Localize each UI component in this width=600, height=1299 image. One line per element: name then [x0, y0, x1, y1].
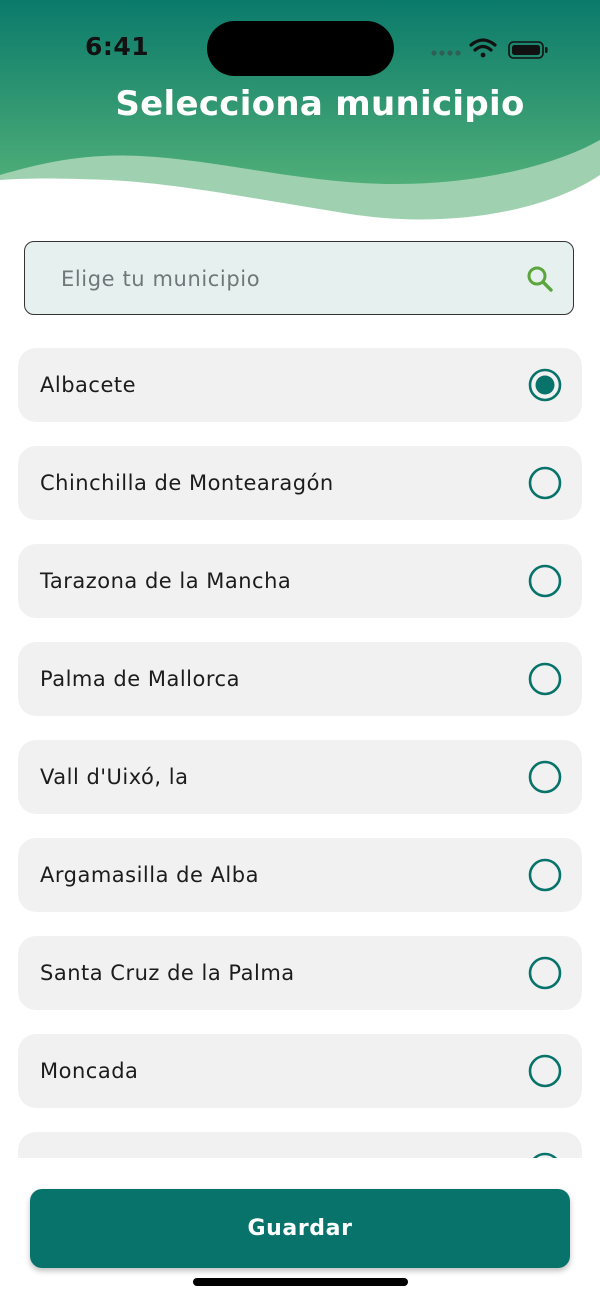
status-bar: 6:41 — [0, 0, 600, 96]
municipality-label: Santa Cruz de la Palma — [40, 961, 295, 985]
municipality-item[interactable]: Chinchilla de Montearagón — [18, 446, 582, 520]
dynamic-island — [207, 21, 394, 76]
save-button[interactable]: Guardar — [30, 1189, 570, 1268]
municipality-item[interactable]: Albacete — [18, 348, 582, 422]
radio-unselected-icon[interactable] — [528, 466, 562, 500]
radio-unselected-icon[interactable] — [528, 760, 562, 794]
radio-unselected-icon[interactable] — [528, 1054, 562, 1088]
municipality-label: Chinchilla de Montearagón — [40, 471, 334, 495]
municipality-label: Moncada — [40, 1059, 139, 1083]
bottom-action-bar: Guardar — [0, 1158, 600, 1299]
search-icon[interactable] — [525, 264, 555, 294]
municipality-item[interactable]: Tarazona de la Mancha — [18, 544, 582, 618]
status-time: 6:41 — [85, 32, 150, 61]
radio-unselected-icon[interactable] — [528, 858, 562, 892]
page-title: Selecciona municipio — [115, 84, 525, 124]
battery-icon — [508, 41, 548, 59]
municipality-item[interactable]: Vall d'Uixó, la — [18, 740, 582, 814]
wifi-icon — [469, 38, 497, 58]
municipality-item[interactable]: Argamasilla de Alba — [18, 838, 582, 912]
radio-selected-icon[interactable] — [528, 368, 562, 402]
home-indicator[interactable] — [193, 1278, 408, 1286]
municipality-item[interactable] — [18, 1132, 582, 1158]
municipality-item[interactable]: Palma de Mallorca — [18, 642, 582, 716]
municipality-label: Vall d'Uixó, la — [40, 765, 189, 789]
municipality-list[interactable]: Albacete Chinchilla de Montearagón Taraz… — [0, 348, 600, 1158]
cellular-signal-icon — [431, 50, 461, 56]
municipality-item[interactable]: Santa Cruz de la Palma — [18, 936, 582, 1010]
municipality-label: Tarazona de la Mancha — [40, 569, 292, 593]
municipality-label: Argamasilla de Alba — [40, 863, 259, 887]
radio-unselected-icon[interactable] — [528, 564, 562, 598]
municipality-item[interactable]: Moncada — [18, 1034, 582, 1108]
radio-unselected-icon[interactable] — [528, 662, 562, 696]
search-field[interactable] — [24, 241, 574, 315]
status-icons — [431, 38, 548, 59]
municipality-label: Albacete — [40, 373, 137, 397]
municipality-label: Palma de Mallorca — [40, 667, 240, 691]
radio-unselected-icon[interactable] — [528, 956, 562, 990]
search-input[interactable] — [59, 260, 503, 298]
